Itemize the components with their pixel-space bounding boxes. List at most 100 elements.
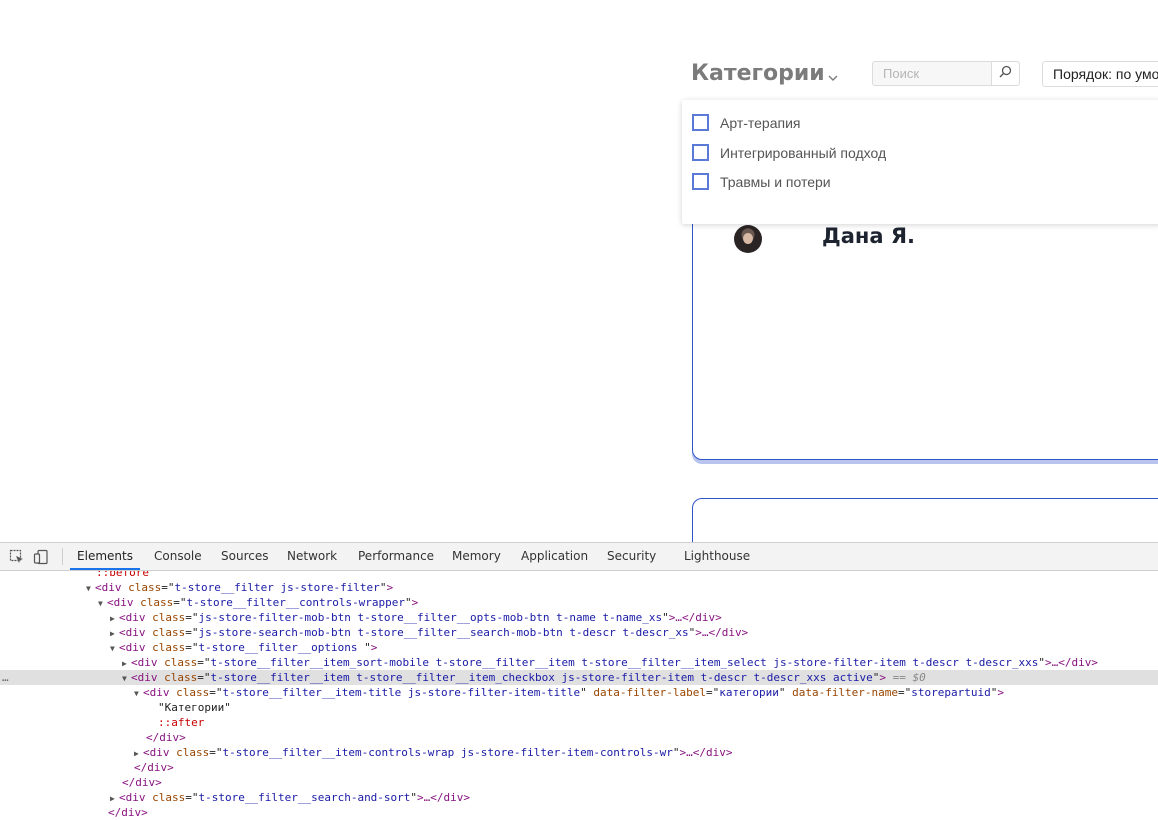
attr-value: t-store__filter__item_sort-mobile t-stor… [210, 656, 1039, 669]
tag-close: > [386, 581, 394, 594]
dom-node-line[interactable]: ▼ <div class="t-store__filter js-store-fi… [0, 580, 1158, 595]
dom-node-line[interactable]: … ▼ <div class="t-store__filter__item t-st… [0, 670, 1158, 685]
punct: =" [197, 656, 211, 669]
pseudo-element: ::before [96, 571, 149, 579]
punct: =" [161, 581, 175, 594]
tab-application[interactable]: Application [521, 543, 588, 570]
attr-name: data-filter-label [593, 686, 706, 699]
inspect-element-icon[interactable] [9, 549, 25, 565]
dom-node-line[interactable]: ▶ <div class="t-store__filter__item_sort-… [0, 655, 1158, 670]
dom-node-line[interactable]: ▼ <div class="t-store__filter__options "> [0, 640, 1158, 655]
collapsed-triangle-icon: ▶ [110, 629, 115, 638]
elements-tree: ::before ▼ <div class="t-store__filter js… [0, 571, 1158, 820]
tab-network[interactable]: Network [287, 543, 337, 570]
category-option[interactable]: Арт-терапия [692, 114, 801, 131]
dom-node-line[interactable]: </div> [0, 760, 1158, 775]
punct: =" [209, 686, 223, 699]
attr-name: class [152, 641, 186, 654]
tag-close: >…</div> [695, 626, 749, 639]
tag-close: > [997, 686, 1005, 699]
dom-node-line[interactable]: ▶ <div class="js-store-search-mob-btn t-s… [0, 625, 1158, 640]
closing-tag: </div> [122, 776, 162, 789]
collapsed-triangle-icon: ▶ [110, 614, 115, 623]
tag-name: <div [119, 611, 146, 624]
attr-name: class [164, 671, 198, 684]
punct: =" [185, 611, 199, 624]
search-box [872, 61, 1020, 86]
device-toolbar-icon[interactable] [33, 549, 49, 565]
tag-name: <div [143, 746, 170, 759]
dom-node-line[interactable]: ▶ <div class="js-store-filter-mob-btn t-s… [0, 610, 1158, 625]
category-label: Арт-терапия [720, 114, 801, 131]
devtools-panel: Elements Console Sources Network Perform… [0, 542, 1158, 819]
tab-security[interactable]: Security [607, 543, 656, 570]
tab-performance[interactable]: Performance [358, 543, 434, 570]
attr-name: class [152, 791, 186, 804]
collapsed-triangle-icon: ▶ [134, 749, 139, 758]
attr-name: class [176, 746, 210, 759]
expanded-triangle-icon: ▼ [86, 584, 91, 593]
attr-name: data-filter-name [792, 686, 899, 699]
specialist-card[interactable] [692, 498, 1158, 542]
avatar [734, 225, 762, 253]
tab-memory[interactable]: Memory [452, 543, 501, 570]
pseudo-element: ::after [158, 716, 205, 729]
dom-node-line[interactable]: </div> [0, 775, 1158, 790]
dom-node-line[interactable]: ▶ <div class="t-store__filter__item-contr… [0, 745, 1158, 760]
expanded-triangle-icon: ▼ [98, 599, 103, 608]
tab-sources[interactable]: Sources [221, 543, 268, 570]
tag-close: >…</div> [1044, 656, 1098, 669]
category-label: Травмы и потери [720, 173, 831, 190]
sort-select[interactable]: Порядок: по умолчанию [1042, 61, 1158, 87]
pseudo-element-line[interactable]: ::before [0, 571, 1158, 580]
tab-console[interactable]: Console [154, 543, 202, 570]
tag-name: <div [131, 671, 158, 684]
tag-close: >…</div> [668, 611, 722, 624]
dom-node-line[interactable]: ▶ <div class="t-store__filter__search-and… [0, 790, 1158, 805]
search-icon [999, 65, 1012, 83]
dom-node-line[interactable]: "Категории" [0, 700, 1158, 715]
tab-elements[interactable]: Elements [70, 543, 140, 570]
search-input[interactable] [873, 62, 995, 85]
specialist-name: Дана Я. [822, 224, 916, 248]
chevron-down-icon [828, 63, 838, 88]
punct: =" [197, 671, 211, 684]
punct: =" [185, 791, 199, 804]
dom-node-line[interactable]: ▼ <div class="t-store__filter__item-title… [0, 685, 1158, 700]
attr-value: t-store__filter__item t-store__filter__i… [210, 671, 873, 684]
more-options-icon: … [2, 671, 9, 684]
dom-node-line[interactable]: </div> [0, 730, 1158, 745]
dom-node-line[interactable]: ::after [0, 715, 1158, 730]
collapsed-triangle-icon: ▶ [110, 794, 115, 803]
attr-value: js-store-search-mob-btn t-store__filter_… [198, 626, 689, 639]
category-option[interactable]: Травмы и потери [692, 173, 831, 190]
tag-name: <div [131, 656, 158, 669]
tag-close: >…</div> [679, 746, 733, 759]
dom-node-line[interactable]: ▼ <div class="t-store__filter__controls-w… [0, 595, 1158, 610]
filter-title: Категории [691, 61, 825, 86]
checkbox[interactable] [692, 144, 709, 161]
specialist-card[interactable] [692, 205, 1158, 460]
category-option[interactable]: Интегрированный подход [692, 144, 886, 161]
categories-filter-toggle[interactable]: Категории [691, 59, 838, 88]
tag-name: <div [95, 581, 122, 594]
text-node: "Категории" [158, 701, 231, 714]
attr-value: t-store__filter__item-title js-store-fil… [222, 686, 581, 699]
punct: =" [185, 626, 199, 639]
attr-value: storepartuid [911, 686, 991, 699]
punct: " [405, 596, 412, 609]
tag-name: <div [107, 596, 134, 609]
attr-value: t-store__filter js-store-filter [174, 581, 380, 594]
attr-value: t-store__filter__controls-wrapper [186, 596, 406, 609]
tab-lighthouse[interactable]: Lighthouse [684, 543, 750, 570]
attr-name: class [128, 581, 162, 594]
punct: =" [209, 746, 223, 759]
attr-value: t-store__filter__options [198, 641, 365, 654]
checkbox[interactable] [692, 173, 709, 190]
punct: " [580, 686, 587, 699]
checkbox[interactable] [692, 114, 709, 131]
expanded-triangle-icon: ▼ [110, 644, 115, 653]
attr-name: class [164, 656, 198, 669]
punct: =" [173, 596, 187, 609]
search-button[interactable] [991, 62, 1019, 85]
